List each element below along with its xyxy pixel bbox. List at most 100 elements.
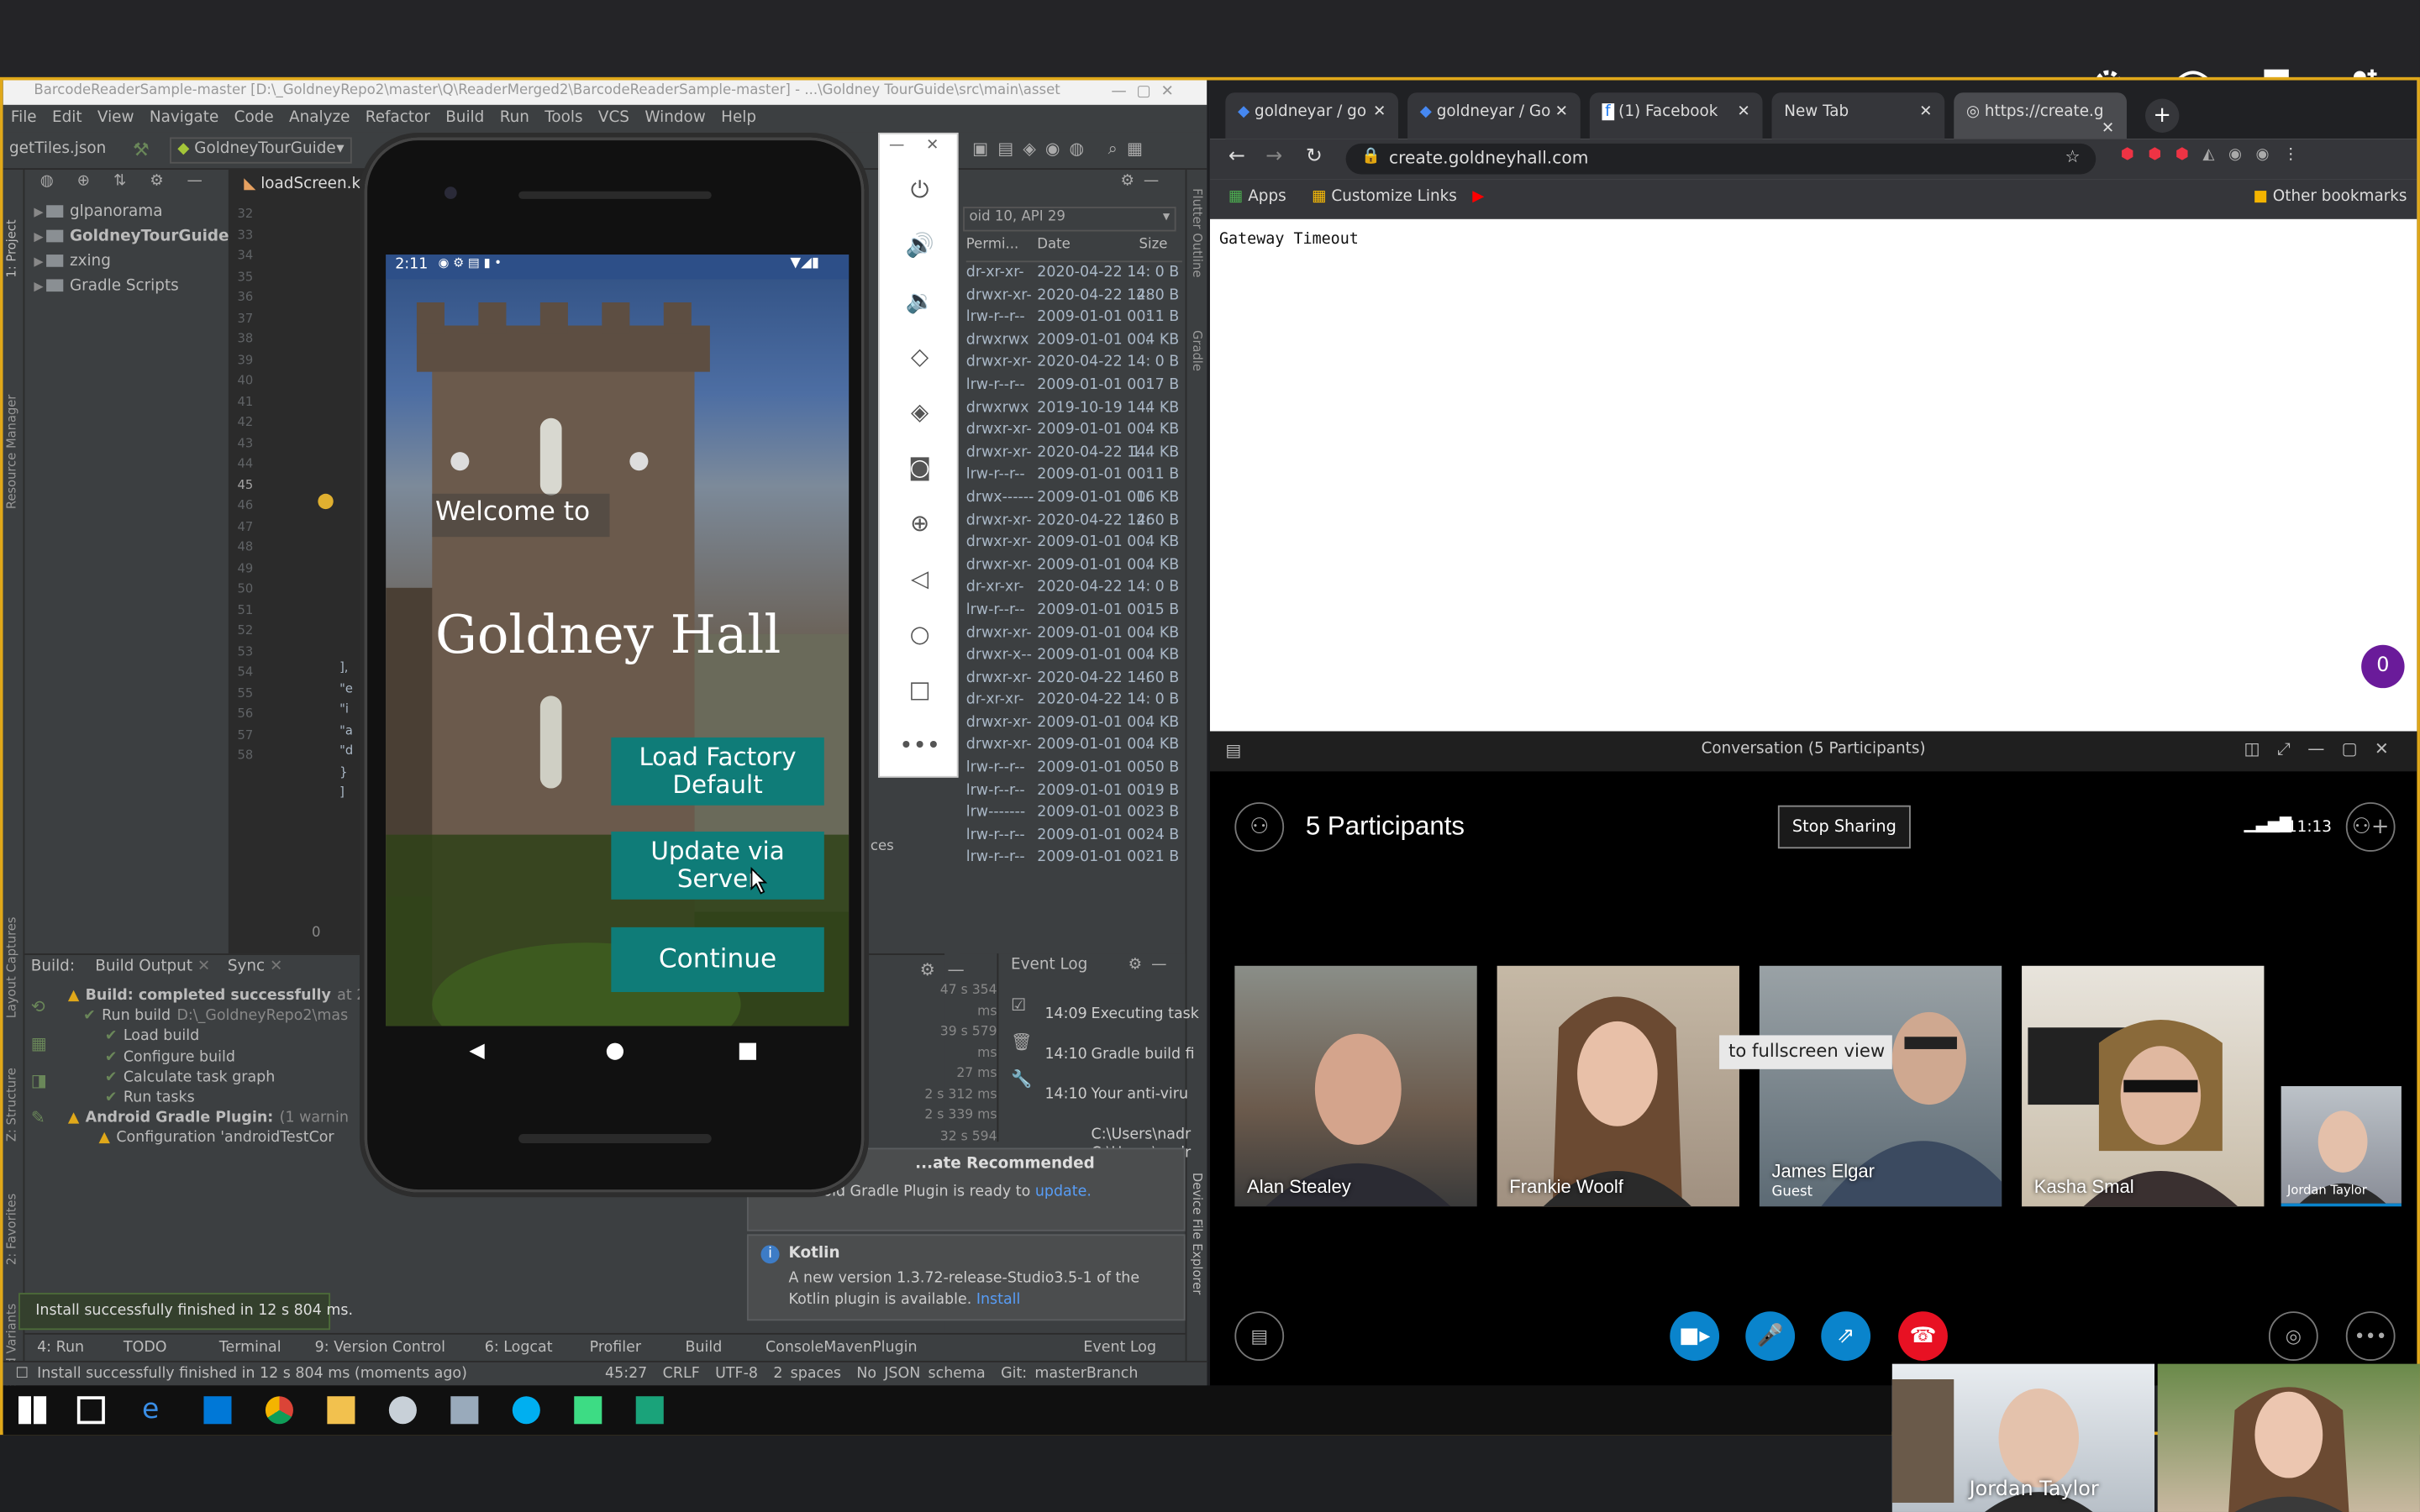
build-tree-item[interactable]: ✔ Calculate task graph — [68, 1068, 371, 1088]
kotlin-notification[interactable]: i Kotlin A new version 1.3.72-release-St… — [746, 1234, 1186, 1321]
home-icon[interactable]: ○ — [880, 606, 960, 662]
call-quality-button[interactable]: ◎ — [2268, 1311, 2318, 1361]
build-tree-item[interactable]: ✔ Configure build — [68, 1047, 371, 1067]
minimize-icon[interactable]: — — [889, 137, 904, 154]
share-screen-icon[interactable]: ⇗ — [1821, 1311, 1871, 1361]
skype-window-controls[interactable]: ◫⤢—▢✕ — [2244, 739, 2407, 761]
update-link[interactable]: update. — [1035, 1184, 1092, 1200]
editor-tab[interactable]: ◣ loadScreen.kt — [244, 176, 366, 192]
youtube-icon[interactable]: ▶ — [1472, 188, 1484, 205]
new-tab-button[interactable]: + — [2145, 98, 2180, 133]
build-side-icons[interactable]: ⟲ ▦ ◨ ✎ — [31, 989, 55, 1137]
participant-tile[interactable]: Alan Stealey — [1234, 965, 1477, 1207]
flutter-outline-tab[interactable]: Flutter Outline — [1190, 188, 1204, 297]
file-row[interactable]: drwxr-xr- 2020-04-22 14: 60 B — [966, 668, 1186, 690]
bottom-tab[interactable]: Build — [685, 1339, 722, 1356]
toolbar-icons[interactable]: ▣▤◈◉◍ ⌕▦ — [972, 139, 1201, 163]
status-item[interactable]: 45:27 — [605, 1365, 647, 1382]
device-select[interactable]: oid 10, API 29 ▾ — [963, 207, 1176, 232]
bottom-tab[interactable]: Profiler — [590, 1339, 641, 1356]
file-row[interactable]: dr-xr-xr- 2020-04-22 14: 0 B — [966, 577, 1186, 600]
lightbulb-icon[interactable] — [318, 493, 334, 510]
file-row[interactable]: drwxrwx 2019-10-19 14: 4 KB — [966, 397, 1186, 420]
video-camera-icon[interactable]: ■▸ — [1670, 1311, 1720, 1361]
other-bookmarks[interactable]: ■ Other bookmarks — [2254, 188, 2407, 205]
end-call-icon[interactable]: ☎ — [1898, 1311, 1948, 1361]
close-icon[interactable]: ✕ — [1555, 103, 1568, 120]
build-tree-item[interactable]: ▲ Android Gradle Plugin: (1 warnin — [68, 1108, 371, 1128]
continue-button[interactable]: Continue — [611, 927, 824, 992]
volume-up-icon[interactable]: 🔊 — [880, 218, 960, 273]
participant-tile[interactable]: James Elgar Guest — [1759, 965, 2002, 1207]
windows-start-icon[interactable] — [18, 1396, 47, 1425]
structure-tab[interactable]: Z: Structure — [5, 1049, 19, 1142]
status-item[interactable]: No JSON schema — [856, 1365, 985, 1382]
header-date[interactable]: Date — [1037, 238, 1071, 253]
stop-sharing-button[interactable]: Stop Sharing — [1777, 805, 1911, 849]
status-item[interactable]: UTF-8 — [715, 1365, 758, 1382]
more-icon[interactable]: ••• — [880, 717, 960, 773]
close-icon[interactable]: ✕ — [1919, 103, 1932, 120]
expand-arrow-icon[interactable]: ▶ — [34, 255, 43, 269]
android-studio-icon[interactable] — [574, 1396, 602, 1425]
bottom-tab[interactable]: 4: Run — [37, 1339, 84, 1356]
menu-item[interactable]: Refactor — [366, 109, 430, 126]
apps-bookmark[interactable]: ▦ Apps — [1228, 188, 1286, 205]
volume-down-icon[interactable]: 🔉 — [880, 273, 960, 328]
forward-arrow-icon[interactable]: → — [1265, 145, 1282, 169]
file-row[interactable]: drwxr-x-- 2009-01-01 00: 4 KB — [966, 645, 1186, 668]
expand-arrow-icon[interactable]: ▶ — [34, 279, 43, 293]
file-row[interactable]: dr-xr-xr- 2020-04-22 14: 0 B — [966, 262, 1186, 285]
file-row[interactable]: lrw-r--r-- 2009-01-01 00: 15 B — [966, 600, 1186, 622]
menu-item[interactable]: Window — [644, 109, 705, 126]
browser-tab[interactable]: New Tab ✕ — [1771, 92, 1945, 139]
nav-overview-icon[interactable] — [739, 1042, 756, 1060]
header-size[interactable]: Size — [1139, 238, 1167, 253]
phone-screen[interactable]: 2:11 ◉ ⚙ ▤ ▮ • ▼◢▮ Welcome to Goldney Ha… — [386, 255, 850, 1026]
bottom-tab[interactable]: 9: Version Control — [315, 1339, 445, 1356]
close-icon[interactable]: ✕ — [270, 958, 282, 975]
file-row[interactable]: dr-xr-xr- 2020-04-22 14: 0 B — [966, 690, 1186, 713]
participant-tile[interactable]: Frankie Woolf — [1497, 965, 1739, 1207]
status-item[interactable]: CRLF — [663, 1365, 700, 1382]
header-permissions[interactable]: Permi... — [966, 238, 1019, 253]
expand-arrow-icon[interactable]: ▶ — [34, 205, 43, 219]
menu-item[interactable]: File — [11, 109, 37, 126]
event-text[interactable]: Executing task — [1092, 1006, 1199, 1023]
file-row[interactable]: drwxr-xr- 2020-04-22 14: 0 B — [966, 352, 1186, 375]
browser-tab[interactable]: ◆ goldneyar / go ✕ — [1225, 92, 1399, 139]
file-row[interactable]: lrw-r--r-- 2009-01-01 00: 50 B — [966, 758, 1186, 780]
microphone-icon[interactable]: 🎤 — [1745, 1311, 1796, 1361]
file-tab[interactable]: getTiles.json — [9, 140, 106, 157]
file-explorer-icon[interactable] — [327, 1396, 355, 1425]
camera-icon[interactable]: ◙ — [880, 439, 960, 495]
nav-back-icon[interactable]: ◀ — [469, 1040, 487, 1063]
menu-item[interactable]: Navigate — [150, 109, 218, 126]
file-row[interactable]: lrw------- 2009-01-01 00: 23 B — [966, 803, 1186, 826]
bottom-tab[interactable]: ConsoleMavenPlugin — [765, 1339, 918, 1356]
expand-arrow-icon[interactable]: ▶ — [34, 230, 43, 244]
star-icon[interactable]: ☆ — [2065, 146, 2081, 166]
edge-icon[interactable]: e — [142, 1395, 170, 1424]
file-row[interactable]: drwxr-xr- 2020-04-22 14: 1.4 KB — [966, 443, 1186, 465]
build-tree-item[interactable]: ▲Build: completed successfullyat 22/0 — [68, 986, 390, 1006]
tree-item[interactable]: ▶ GoldneyTourGuide — [24, 225, 256, 249]
store-icon[interactable] — [203, 1396, 232, 1425]
menu-item[interactable]: View — [97, 109, 134, 126]
extension-icons[interactable]: ⬢⬢⬢◭◉◉⋮ — [2121, 146, 2411, 171]
file-row[interactable]: drwxr-xr- 2009-01-01 00: 4 KB — [966, 622, 1186, 645]
more-options-icon[interactable]: ••• — [2345, 1311, 2396, 1361]
project-tool-tab[interactable]: 1: Project — [5, 185, 19, 277]
app-icon[interactable] — [388, 1396, 417, 1425]
browser-tab[interactable]: ◆ goldneyar / Go ✕ — [1407, 92, 1581, 139]
file-row[interactable]: drwxr-xr- 2009-01-01 00: 4 KB — [966, 555, 1186, 578]
update-via-server-button[interactable]: Update via Server — [611, 831, 824, 900]
close-icon[interactable]: ✕ — [926, 137, 939, 154]
build-pane-controls[interactable]: ⚙— — [920, 959, 977, 979]
file-row[interactable]: lrw-r--r-- 2009-01-01 00: 24 B — [966, 825, 1186, 848]
back-icon[interactable]: ◁ — [880, 551, 960, 606]
file-row[interactable]: drwxr-xr- 2009-01-01 00: 4 KB — [966, 420, 1186, 443]
build-tree-item[interactable]: ✔ Run build D:\_GoldneyRepo2\mas — [68, 1006, 371, 1026]
menu-item[interactable]: Run — [500, 109, 529, 126]
hammer-icon[interactable]: ⚒ — [133, 139, 150, 160]
